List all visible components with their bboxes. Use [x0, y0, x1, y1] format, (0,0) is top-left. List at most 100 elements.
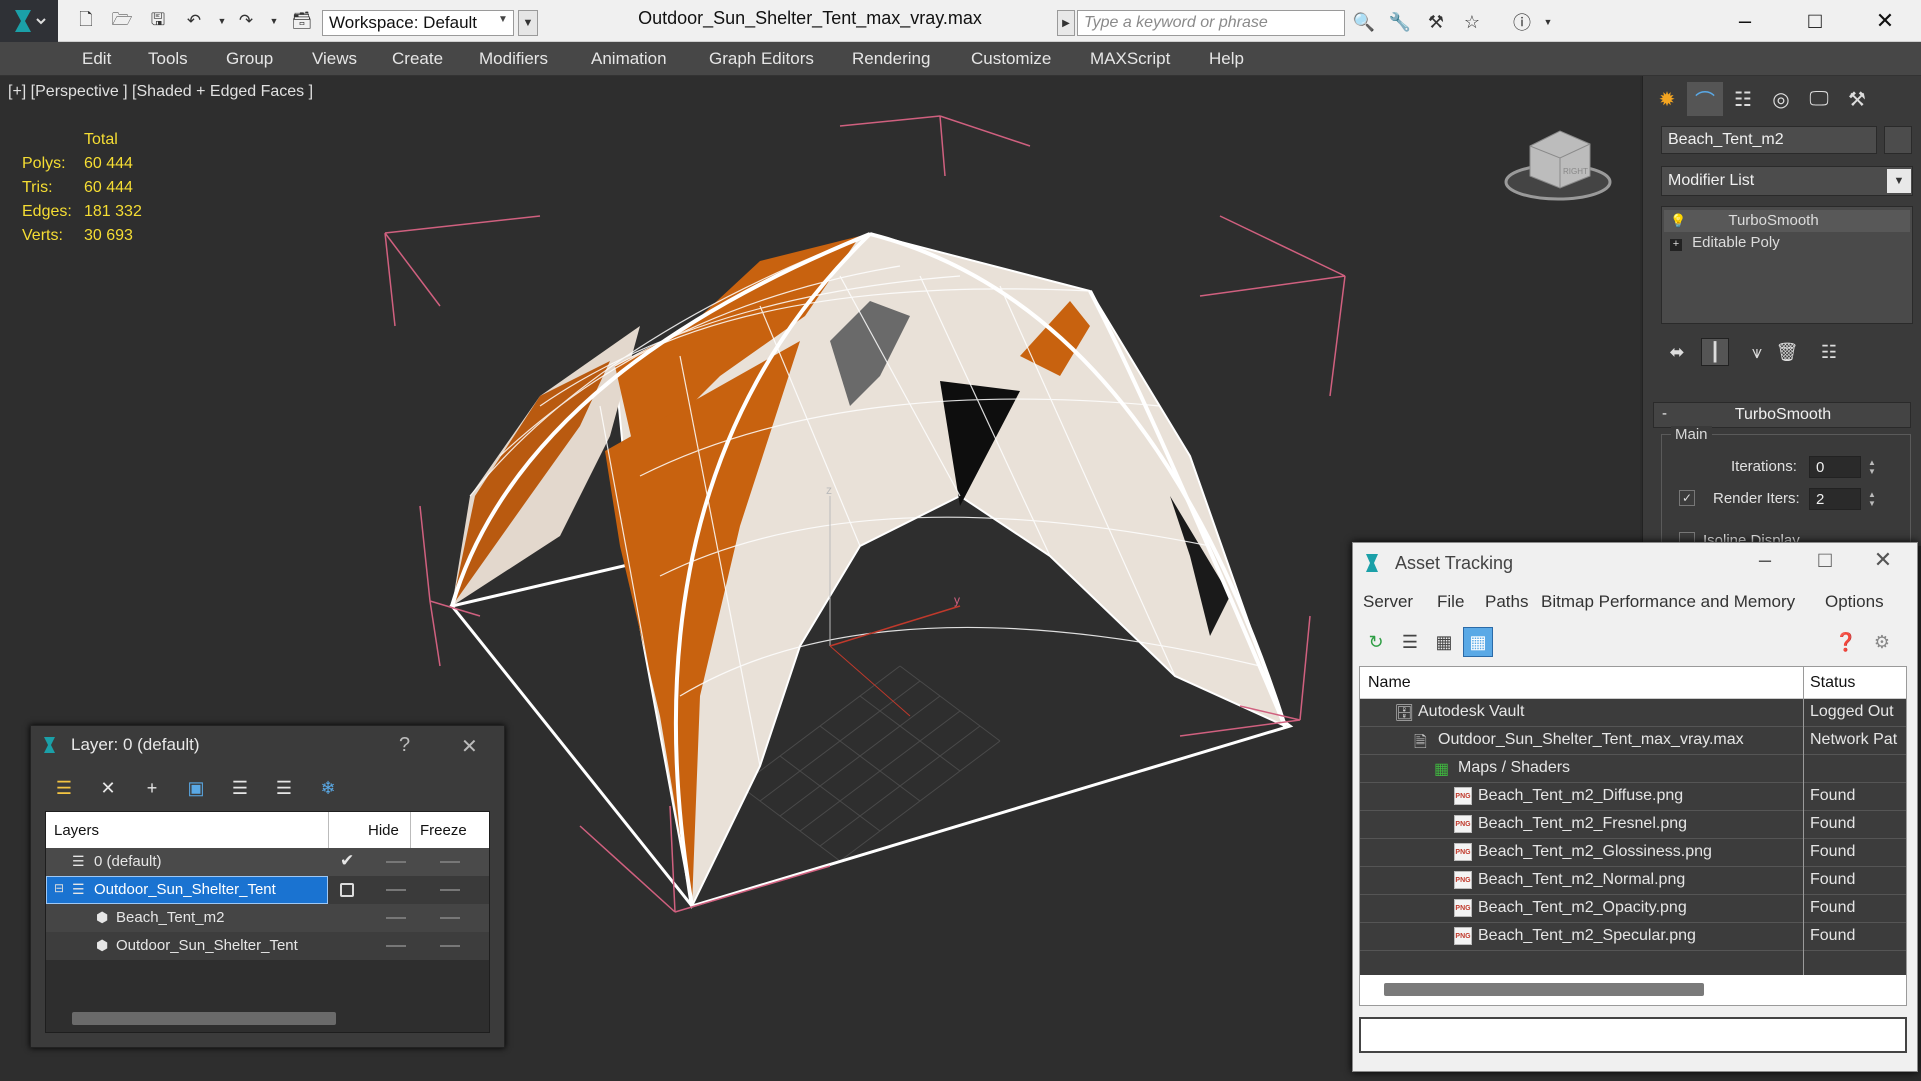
- menu-edit[interactable]: Edit: [82, 49, 111, 69]
- column-header-hide[interactable]: Hide: [368, 822, 399, 839]
- object-name-field[interactable]: Beach_Tent_m2: [1661, 126, 1877, 154]
- hide-toggle[interactable]: [386, 889, 406, 891]
- column-header-layers[interactable]: Layers: [54, 822, 99, 839]
- binoculars-icon[interactable]: 🔍: [1350, 9, 1378, 35]
- search-input[interactable]: Type a keyword or phrase: [1077, 10, 1345, 36]
- pin-stack-icon[interactable]: ⬌: [1663, 338, 1691, 366]
- app-logo-icon[interactable]: [0, 0, 58, 42]
- turbosmooth-rollout-header[interactable]: - TurboSmooth: [1653, 402, 1911, 428]
- active-layer-check-icon[interactable]: ✔: [340, 851, 354, 871]
- menu-animation[interactable]: Animation: [591, 49, 667, 69]
- help-dropdown-icon[interactable]: ▼: [1534, 9, 1562, 35]
- open-file-icon[interactable]: 🗁: [110, 9, 134, 33]
- help-icon[interactable]: ⓘ: [1508, 9, 1536, 35]
- hierarchy-tab-icon[interactable]: ☷: [1725, 82, 1761, 116]
- freeze-all-icon[interactable]: ❄: [313, 774, 343, 802]
- save-icon[interactable]: 🖫: [146, 9, 170, 33]
- freeze-toggle[interactable]: [440, 889, 460, 891]
- column-header-freeze[interactable]: Freeze: [420, 822, 467, 839]
- asset-path-field[interactable]: [1359, 1017, 1907, 1053]
- highlight-layer-icon[interactable]: ☰: [225, 774, 255, 802]
- menu-modifiers[interactable]: Modifiers: [479, 49, 548, 69]
- redo-dropdown-icon[interactable]: ▼: [262, 9, 286, 33]
- display-tab-icon[interactable]: 🖵: [1801, 82, 1837, 116]
- close-icon[interactable]: ✕: [1863, 547, 1903, 573]
- menu-views[interactable]: Views: [312, 49, 357, 69]
- column-header-name[interactable]: Name: [1368, 674, 1411, 692]
- lightbulb-icon[interactable]: 💡: [1670, 213, 1686, 228]
- menu-options[interactable]: Options: [1825, 592, 1884, 612]
- asset-row[interactable]: PNG Beach_Tent_m2_Fresnel.png Found: [1360, 811, 1906, 839]
- asset-row[interactable]: PNG Beach_Tent_m2_Glossiness.png Found: [1360, 839, 1906, 867]
- freeze-toggle[interactable]: [440, 861, 460, 863]
- menu-rendering[interactable]: Rendering: [852, 49, 930, 69]
- layer-row[interactable]: ☰ 0 (default) ✔: [46, 848, 489, 876]
- collapse-minus-icon[interactable]: ⊟: [54, 881, 64, 895]
- maximize-icon[interactable]: □: [1780, 0, 1850, 42]
- expand-plus-icon[interactable]: +: [1670, 239, 1682, 251]
- show-end-result-icon[interactable]: ┃: [1701, 338, 1729, 366]
- layer-row[interactable]: ⬢ Outdoor_Sun_Shelter_Tent: [46, 932, 489, 960]
- menu-server[interactable]: Server: [1363, 592, 1413, 612]
- asset-row[interactable]: 🗄 Autodesk Vault Logged Out: [1360, 699, 1906, 727]
- horizontal-scrollbar[interactable]: [1384, 983, 1704, 996]
- menu-graph-editors[interactable]: Graph Editors: [709, 49, 814, 69]
- hide-toggle[interactable]: [386, 917, 406, 919]
- menu-file[interactable]: File: [1437, 592, 1464, 612]
- new-file-icon[interactable]: 🗋: [74, 9, 98, 33]
- menu-paths[interactable]: Paths: [1485, 592, 1528, 612]
- minimize-icon[interactable]: –: [1745, 547, 1785, 573]
- menu-maxscript[interactable]: MAXScript: [1090, 49, 1170, 69]
- stack-item-turbosmooth[interactable]: 💡 TurboSmooth: [1664, 210, 1910, 232]
- minimize-icon[interactable]: –: [1710, 0, 1780, 42]
- undo-icon[interactable]: ↶: [182, 9, 206, 33]
- vault-settings-icon[interactable]: ⚙: [1867, 627, 1897, 657]
- select-objects-icon[interactable]: ▣: [181, 774, 211, 802]
- render-iters-spinner[interactable]: 2: [1809, 488, 1861, 510]
- hide-toggle[interactable]: [386, 945, 406, 947]
- asset-row[interactable]: 🗎 Outdoor_Sun_Shelter_Tent_max_vray.max Ne…: [1360, 727, 1906, 755]
- layer-row-selected[interactable]: ⊟ ☰ Outdoor_Sun_Shelter_Tent: [46, 876, 489, 904]
- delete-layer-icon[interactable]: ✕: [93, 774, 123, 802]
- stack-item-editable-poly[interactable]: + Editable Poly: [1664, 232, 1910, 254]
- redo-icon[interactable]: ↷: [234, 9, 258, 33]
- menu-help[interactable]: Help: [1209, 49, 1244, 69]
- refresh-icon[interactable]: ↻: [1361, 627, 1391, 657]
- spinner-arrows-icon[interactable]: ▲ ▼: [1865, 488, 1879, 510]
- asset-row[interactable]: ▦ Maps / Shaders: [1360, 755, 1906, 783]
- close-icon[interactable]: ✕: [461, 734, 478, 759]
- undo-dropdown-icon[interactable]: ▼: [210, 9, 234, 33]
- make-unique-icon[interactable]: ⩛: [1743, 338, 1771, 366]
- vault-help-icon[interactable]: ❓: [1831, 627, 1861, 657]
- utilities-tab-icon[interactable]: ⚒: [1839, 82, 1875, 116]
- viewport-label[interactable]: [+] [Perspective ] [Shaded + Edged Faces…: [8, 83, 313, 101]
- create-layer-icon[interactable]: ☰: [49, 774, 79, 802]
- viewcube-icon[interactable]: RIGHT: [1504, 130, 1612, 201]
- search-expand-icon[interactable]: ▶: [1057, 10, 1075, 36]
- menu-customize[interactable]: Customize: [971, 49, 1051, 69]
- modifier-list-dropdown[interactable]: Modifier List: [1661, 166, 1913, 196]
- object-color-swatch[interactable]: [1884, 126, 1912, 154]
- asset-row[interactable]: PNG Beach_Tent_m2_Normal.png Found: [1360, 867, 1906, 895]
- freeze-toggle[interactable]: [440, 945, 460, 947]
- column-header-status[interactable]: Status: [1810, 674, 1855, 692]
- remove-modifier-icon[interactable]: 🗑: [1773, 338, 1801, 366]
- project-folder-icon[interactable]: 🗃: [290, 9, 314, 33]
- maximize-icon[interactable]: □: [1805, 547, 1845, 573]
- modify-tab-icon[interactable]: ⌒: [1687, 82, 1723, 116]
- workspace-menu-button[interactable]: ▼: [518, 10, 538, 36]
- spinner-arrows-icon[interactable]: ▲ ▼: [1865, 456, 1879, 478]
- configure-modifier-sets-icon[interactable]: ☷: [1815, 338, 1843, 366]
- menu-create[interactable]: Create: [392, 49, 443, 69]
- freeze-toggle[interactable]: [440, 917, 460, 919]
- layer-dialog-titlebar[interactable]: Layer: 0 (default) ? ✕: [31, 726, 504, 764]
- create-tab-icon[interactable]: ✹: [1649, 82, 1685, 116]
- help-icon[interactable]: ?: [399, 734, 410, 757]
- asset-row[interactable]: PNG Beach_Tent_m2_Specular.png Found: [1360, 923, 1906, 951]
- add-to-layer-icon[interactable]: +: [137, 774, 167, 802]
- horizontal-scrollbar[interactable]: [72, 1012, 336, 1025]
- hide-toggle[interactable]: [386, 861, 406, 863]
- render-iters-checkbox[interactable]: ✓: [1679, 490, 1695, 506]
- favorites-star-icon[interactable]: ☆: [1458, 9, 1486, 35]
- workspace-dropdown[interactable]: Workspace: Default: [322, 10, 514, 36]
